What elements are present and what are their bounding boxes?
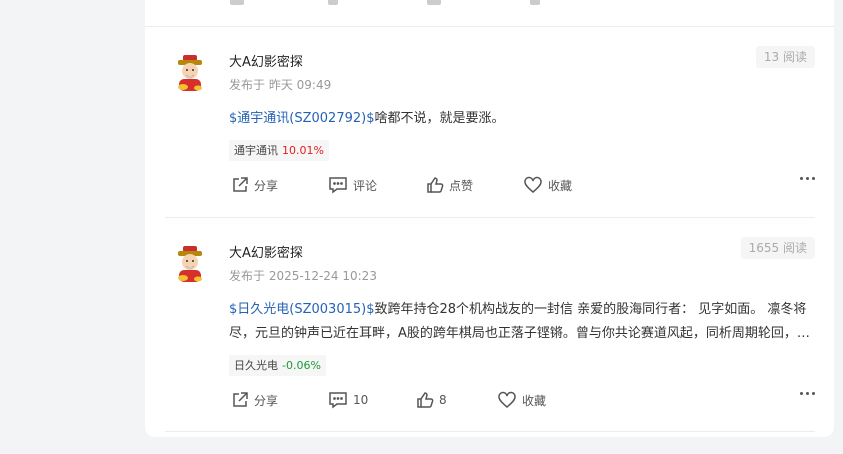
stock-tag-name: 日久光电 bbox=[234, 359, 278, 372]
post-actions: 分享 10 8 收藏 bbox=[229, 388, 815, 412]
post-item: 大A幻影密探 发布于 2025-12-24 10:23 1655 阅读 $日久光… bbox=[165, 218, 815, 432]
share-label: 分享 bbox=[254, 178, 279, 193]
share-icon bbox=[233, 177, 248, 192]
post-actions: 分享 评论 点赞 收藏 bbox=[229, 173, 815, 197]
comment-icon[interactable] bbox=[328, 0, 338, 5]
thumbs-up-icon bbox=[427, 177, 444, 193]
comment-icon bbox=[329, 392, 347, 409]
post-text: 啥都不说，就是要涨。 bbox=[374, 111, 505, 126]
avatar[interactable] bbox=[174, 246, 206, 284]
favorite-label: 收藏 bbox=[522, 393, 547, 408]
post-body[interactable]: $日久光电(SZ003015)$致跨年持仓28个机构战友的一封信 亲爱的股海同行… bbox=[229, 298, 815, 346]
comment-button[interactable]: 评论 bbox=[328, 173, 377, 197]
previous-post-actions bbox=[145, 0, 834, 27]
feed-card: 大A幻影密探 发布于 昨天 09:49 13 阅读 $通宇通讯(SZ002792… bbox=[145, 0, 834, 437]
post-item: 大A幻影密探 发布于 昨天 09:49 13 阅读 $通宇通讯(SZ002792… bbox=[165, 27, 815, 218]
read-count-badge: 13 阅读 bbox=[755, 46, 815, 68]
comment-icon bbox=[329, 177, 347, 194]
stock-tag-change: 10.01% bbox=[282, 144, 324, 157]
stock-tag-name: 通宇通讯 bbox=[234, 144, 278, 157]
favorite-button[interactable]: 收藏 bbox=[497, 388, 546, 412]
like-label: 点赞 bbox=[449, 178, 474, 193]
like-count: 8 bbox=[439, 393, 447, 407]
share-button[interactable]: 分享 bbox=[231, 173, 278, 197]
post-time: 发布于 2025-12-24 10:23 bbox=[229, 269, 377, 283]
stock-link[interactable]: $日久光电(SZ003015)$ bbox=[229, 302, 374, 317]
comment-label: 评论 bbox=[353, 178, 378, 193]
stock-tag-change: -0.06% bbox=[282, 359, 321, 372]
share-label: 分享 bbox=[254, 393, 279, 408]
comment-count: 10 bbox=[353, 393, 369, 407]
stock-tag[interactable]: 通宇通讯 10.01% bbox=[229, 140, 329, 161]
read-count-badge: 1655 阅读 bbox=[740, 237, 815, 259]
author-name[interactable]: 大A幻影密探 bbox=[229, 242, 303, 261]
heart-icon bbox=[498, 391, 516, 408]
share-button[interactable]: 分享 bbox=[231, 388, 278, 412]
author-name[interactable]: 大A幻影密探 bbox=[229, 51, 303, 70]
share-icon[interactable] bbox=[230, 0, 244, 5]
post-time: 发布于 昨天 09:49 bbox=[229, 78, 332, 92]
favorite-icon[interactable] bbox=[530, 0, 540, 5]
heart-icon bbox=[524, 176, 542, 193]
stock-tag[interactable]: 日久光电 -0.06% bbox=[229, 355, 326, 376]
more-options-icon[interactable] bbox=[800, 392, 815, 395]
share-icon bbox=[233, 392, 248, 407]
post-body[interactable]: $通宇通讯(SZ002792)$啥都不说，就是要涨。 bbox=[229, 107, 815, 131]
comment-button[interactable]: 10 bbox=[328, 388, 368, 412]
favorite-button[interactable]: 收藏 bbox=[523, 173, 572, 197]
more-options-icon[interactable] bbox=[800, 177, 815, 180]
thumbs-up-icon bbox=[417, 392, 434, 408]
stock-link[interactable]: $通宇通讯(SZ002792)$ bbox=[229, 111, 374, 126]
avatar[interactable] bbox=[174, 55, 206, 93]
like-button[interactable]: 点赞 bbox=[426, 173, 473, 197]
like-icon[interactable] bbox=[427, 0, 441, 5]
like-button[interactable]: 8 bbox=[416, 388, 447, 412]
favorite-label: 收藏 bbox=[548, 178, 573, 193]
